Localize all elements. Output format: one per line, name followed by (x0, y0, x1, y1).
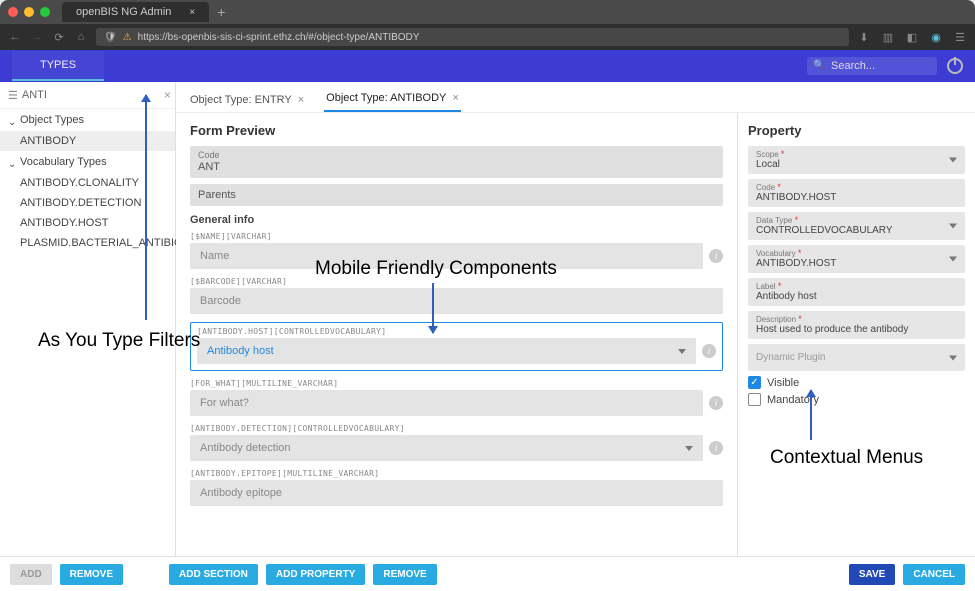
reload-icon[interactable]: ⟳ (52, 30, 66, 44)
parents-field: Parents (190, 184, 723, 206)
close-icon[interactable]: × (298, 94, 304, 106)
footer-toolbar: ADD REMOVE ADD SECTION ADD PROPERTY REMO… (0, 556, 975, 591)
close-tab-icon[interactable]: × (189, 7, 195, 18)
meta-barcode: [$BARCODE][VARCHAR] (190, 277, 723, 286)
close-window-icon[interactable] (8, 7, 18, 17)
code-field: Code ANT (190, 146, 723, 178)
download-icon[interactable]: ⬇ (857, 30, 871, 44)
url-bar[interactable]: 🛡 ⚠ https://bs-openbis-sis-ci-sprint.eth… (96, 28, 849, 46)
chevron-down-icon (949, 158, 957, 163)
barcode-input[interactable]: Barcode (190, 288, 723, 314)
filter-icon: ☰ (8, 89, 18, 102)
checkbox-checked-icon[interactable]: ✓ (748, 376, 761, 389)
tree-category-vocab-types[interactable]: Vocabulary Types (0, 151, 175, 173)
forward-icon[interactable]: → (30, 30, 44, 44)
chevron-down-icon (678, 349, 686, 354)
add-button[interactable]: ADD (10, 564, 52, 585)
logout-icon[interactable] (947, 58, 963, 74)
sidebar-filter-input[interactable] (22, 89, 164, 101)
global-search-input[interactable]: Search... (807, 57, 937, 75)
lock-icon: ⚠ (123, 32, 132, 43)
datatype-field[interactable]: Data Type *CONTROLLEDVOCABULARY (748, 212, 965, 240)
tab-entry[interactable]: Object Type: ENTRY× (188, 90, 306, 112)
info-icon[interactable]: i (709, 396, 723, 410)
remove-property-button[interactable]: REMOVE (373, 564, 436, 585)
cancel-button[interactable]: CANCEL (903, 564, 965, 585)
menu-icon[interactable]: ☰ (953, 30, 967, 44)
meta-name: [$NAME][VARCHAR] (190, 232, 723, 241)
visible-checkbox-row[interactable]: ✓Visible (748, 376, 965, 389)
account-icon[interactable]: ◉ (929, 30, 943, 44)
label-field[interactable]: Label *Antibody host (748, 278, 965, 306)
scope-field[interactable]: Scope *Local (748, 146, 965, 174)
chevron-down-icon (685, 446, 693, 451)
new-tab-icon[interactable]: + (217, 4, 225, 20)
info-icon[interactable]: i (702, 344, 716, 358)
epitope-input[interactable]: Antibody epitope (190, 480, 723, 506)
sidebar: ☰ × Object Types ANTIBODY Vocabulary Typ… (0, 82, 176, 556)
types-tab[interactable]: TYPES (12, 51, 104, 81)
meta-forwhat: [FOR_WHAT][MULTILINE_VARCHAR] (190, 379, 723, 388)
tree-item-host[interactable]: ANTIBODY.HOST (0, 213, 175, 233)
vocabulary-field[interactable]: Vocabulary *ANTIBODY.HOST (748, 245, 965, 273)
section-general-info: General info (190, 214, 723, 226)
tree-item-clonality[interactable]: ANTIBODY.CLONALITY (0, 173, 175, 193)
tree-item-antibody[interactable]: ANTIBODY (0, 131, 175, 151)
window-controls[interactable] (8, 7, 50, 17)
antibody-host-select[interactable]: Antibody host (197, 338, 696, 364)
tree-category-object-types[interactable]: Object Types (0, 109, 175, 131)
info-icon[interactable]: i (709, 441, 723, 455)
sidebar-icon[interactable]: ◧ (905, 30, 919, 44)
chevron-down-icon (8, 158, 16, 166)
back-icon[interactable]: ← (8, 30, 22, 44)
chevron-down-icon (949, 355, 957, 360)
close-icon[interactable]: × (452, 92, 458, 104)
shield-icon: 🛡 (104, 32, 117, 43)
remove-button[interactable]: REMOVE (60, 564, 123, 585)
tree-item-detection[interactable]: ANTIBODY.DETECTION (0, 193, 175, 213)
meta-host: [ANTIBODY.HOST][CONTROLLEDVOCABULARY] (197, 327, 716, 336)
description-field[interactable]: Description *Host used to produce the an… (748, 311, 965, 339)
dynamic-plugin-field[interactable]: Dynamic Plugin (748, 344, 965, 371)
content-tabs: Object Type: ENTRY× Object Type: ANTIBOD… (176, 82, 975, 113)
library-icon[interactable]: ▥ (881, 30, 895, 44)
chevron-down-icon (949, 224, 957, 229)
chevron-down-icon (949, 257, 957, 262)
tree-item-plasmid[interactable]: PLASMID.BACTERIAL_ANTIBIOTIC_ (0, 233, 175, 253)
meta-epitope: [ANTIBODY.EPITOPE][MULTILINE_VARCHAR] (190, 469, 723, 478)
add-property-button[interactable]: ADD PROPERTY (266, 564, 365, 585)
clear-filter-icon[interactable]: × (164, 88, 171, 102)
info-icon[interactable]: i (709, 249, 723, 263)
os-titlebar: openBIS NG Admin × + (0, 0, 975, 24)
url-text: https://bs-openbis-sis-ci-sprint.ethz.ch… (138, 32, 420, 43)
checkbox-unchecked-icon[interactable] (748, 393, 761, 406)
prop-code-field[interactable]: Code *ANTIBODY.HOST (748, 179, 965, 207)
browser-tab-title: openBIS NG Admin (76, 6, 171, 18)
mandatory-checkbox-row[interactable]: Mandatory (748, 393, 965, 406)
app-topbar: TYPES Search... (0, 50, 975, 82)
add-section-button[interactable]: ADD SECTION (169, 564, 258, 585)
browser-navbar: ← → ⟳ ⌂ 🛡 ⚠ https://bs-openbis-sis-ci-sp… (0, 24, 975, 50)
form-preview-title: Form Preview (190, 123, 723, 138)
meta-detection: [ANTIBODY.DETECTION][CONTROLLEDVOCABULAR… (190, 424, 723, 433)
home-icon[interactable]: ⌂ (74, 30, 88, 44)
detection-select[interactable]: Antibody detection (190, 435, 703, 461)
save-button[interactable]: SAVE (849, 564, 896, 585)
browser-tab[interactable]: openBIS NG Admin × (62, 2, 209, 22)
property-title: Property (748, 123, 965, 138)
tab-antibody[interactable]: Object Type: ANTIBODY× (324, 88, 461, 112)
property-panel: Property Scope *Local Code *ANTIBODY.HOS… (737, 113, 975, 556)
chevron-down-icon (8, 116, 16, 124)
name-input[interactable]: Name (190, 243, 703, 269)
minimize-window-icon[interactable] (24, 7, 34, 17)
forwhat-input[interactable]: For what? (190, 390, 703, 416)
maximize-window-icon[interactable] (40, 7, 50, 17)
form-preview-panel: Form Preview Code ANT Parents General in… (176, 113, 737, 556)
